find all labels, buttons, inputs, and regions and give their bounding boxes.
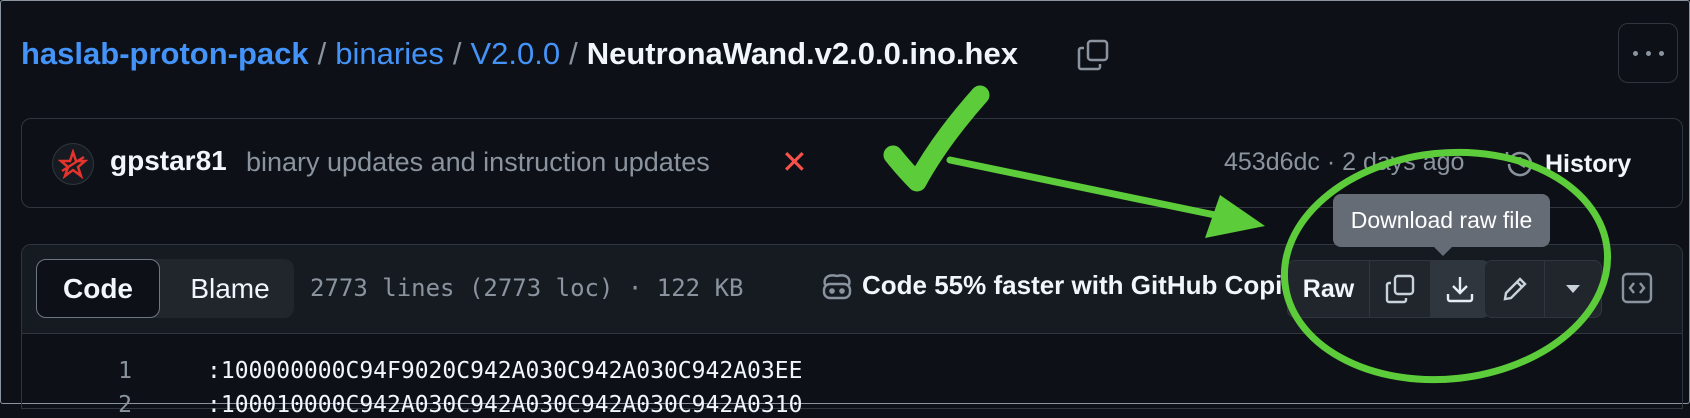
download-icon (1446, 277, 1474, 303)
breadcrumb-filename: NeutronaWand.v2.0.0.ino.hex (586, 36, 1018, 71)
history-label: History (1545, 149, 1632, 178)
download-tooltip: Download raw file (1333, 194, 1550, 256)
raw-button[interactable]: Raw (1288, 261, 1370, 317)
breadcrumb-version-link[interactable]: V2.0.0 (470, 36, 560, 72)
copilot-icon (822, 273, 852, 299)
history-icon (1505, 151, 1533, 177)
breadcrumb-separator: / (569, 36, 578, 71)
copy-icon (1077, 39, 1109, 71)
breadcrumb-separator: / (452, 36, 462, 71)
star-logo-icon (58, 149, 88, 179)
copilot-promo[interactable]: Code 55% faster with GitHub Copilot (820, 270, 1290, 301)
commit-message[interactable]: binary updates and instruction updates (246, 147, 710, 178)
download-raw-button[interactable] (1431, 261, 1489, 317)
history-button[interactable]: History (1503, 147, 1631, 181)
more-options-button[interactable] (1618, 23, 1678, 83)
edit-actions-group (1484, 260, 1602, 318)
tab-blame[interactable]: Blame (166, 259, 294, 318)
commit-author[interactable]: gpstar81 (110, 145, 227, 177)
edit-file-button[interactable] (1485, 261, 1545, 317)
edit-dropdown-button[interactable] (1545, 261, 1601, 317)
symbols-panel-button[interactable] (1617, 268, 1657, 308)
code-line: :100010000C942A030C942A030C942A030C942A0… (207, 392, 803, 418)
file-actions-group: Raw (1287, 260, 1490, 318)
caret-down-icon (1566, 285, 1580, 293)
kebab-dot (1658, 50, 1664, 56)
breadcrumb-binaries-link[interactable]: binaries (335, 36, 444, 72)
code-square-icon (1621, 272, 1653, 304)
breadcrumb-repo-link[interactable]: haslab-proton-pack (21, 36, 309, 72)
copy-icon (1385, 274, 1415, 304)
x-icon[interactable]: ✕ (781, 143, 808, 181)
commit-sha-date[interactable]: 453d6dc · 2 days ago (1224, 148, 1464, 177)
file-meta: 2773 lines (2773 loc) · 122 KB (310, 274, 744, 302)
pencil-icon (1503, 277, 1527, 301)
kebab-dot (1632, 50, 1638, 56)
tab-code[interactable]: Code (36, 259, 160, 318)
breadcrumb-separator: / (317, 36, 327, 71)
copy-path-button[interactable] (1075, 37, 1111, 73)
copilot-text: Code 55% faster with GitHub Copilot (862, 270, 1290, 300)
toolbar-divider (22, 333, 1682, 334)
line-number[interactable]: 2 (100, 392, 132, 418)
view-switcher: Code Blame (36, 259, 294, 318)
avatar[interactable] (52, 143, 94, 185)
breadcrumb: haslab-proton-pack / binaries / V2.0.0 /… (21, 32, 1018, 76)
line-number[interactable]: 1 (100, 358, 132, 384)
code-line: :100000000C94F9020C942A030C942A030C942A0… (207, 358, 803, 384)
copy-raw-button[interactable] (1370, 261, 1431, 317)
kebab-dot (1645, 50, 1651, 56)
